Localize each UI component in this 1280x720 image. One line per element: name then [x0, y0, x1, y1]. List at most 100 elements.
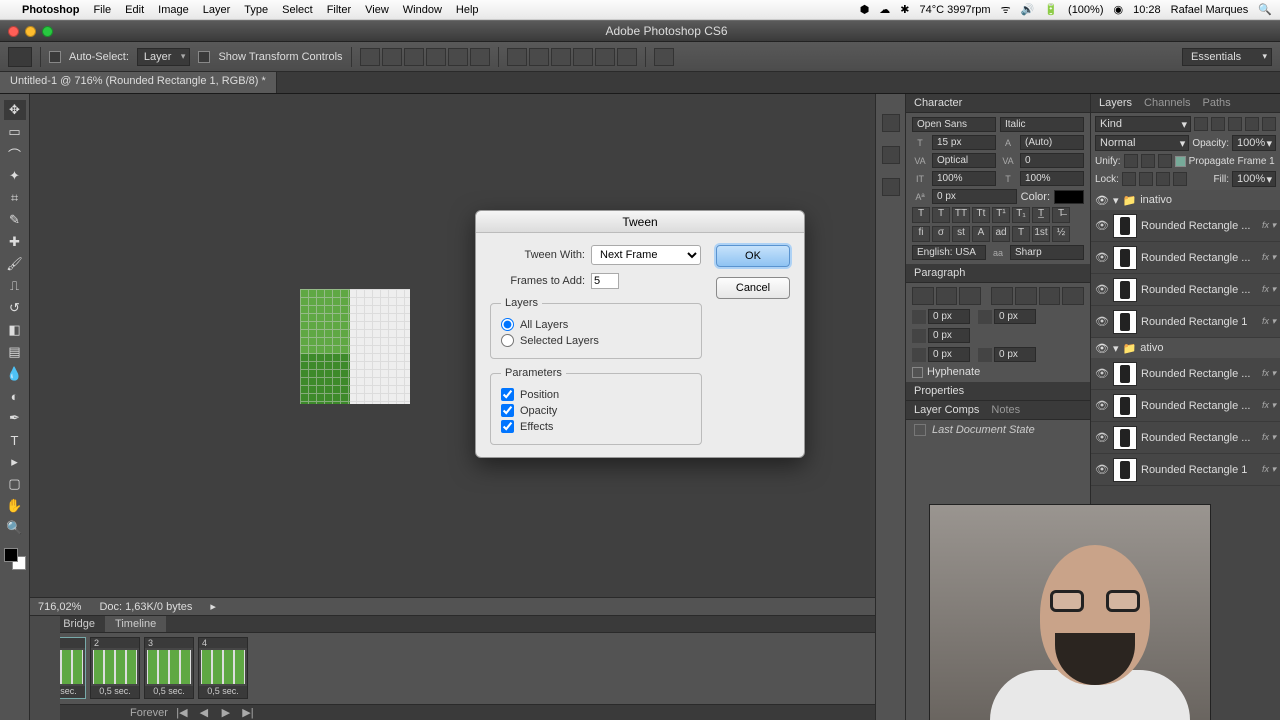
- bold-button[interactable]: T: [912, 207, 930, 223]
- space-after[interactable]: 0 px: [994, 347, 1036, 362]
- menu-help[interactable]: Help: [456, 4, 479, 16]
- actions-panel-icon[interactable]: [882, 146, 900, 164]
- indent-first[interactable]: 0 px: [928, 328, 970, 343]
- align-center-button[interactable]: [936, 287, 958, 305]
- propagate-checkbox[interactable]: [1175, 156, 1186, 167]
- ligature-button[interactable]: fi: [912, 226, 930, 242]
- disclosure-icon[interactable]: ▾: [1113, 194, 1119, 207]
- user-name[interactable]: Rafael Marques: [1171, 4, 1249, 16]
- dist-left-icon[interactable]: [573, 48, 593, 66]
- paths-tab[interactable]: Paths: [1203, 97, 1231, 109]
- prev-frame-icon[interactable]: ◀: [196, 706, 212, 719]
- disclosure-icon[interactable]: ▾: [1113, 342, 1119, 355]
- 3d-mode-icon[interactable]: [654, 48, 674, 66]
- dist-right-icon[interactable]: [617, 48, 637, 66]
- next-frame-icon[interactable]: ▶|: [240, 706, 256, 719]
- superscript-button[interactable]: T¹: [992, 207, 1010, 223]
- cancel-button[interactable]: Cancel: [716, 277, 790, 299]
- smallcaps-button[interactable]: Tt: [972, 207, 990, 223]
- selected-layers-radio[interactable]: [501, 334, 514, 347]
- justify-center-button[interactable]: [1015, 287, 1037, 305]
- heal-tool[interactable]: ✚: [4, 232, 26, 252]
- justify-left-button[interactable]: [991, 287, 1013, 305]
- menu-window[interactable]: Window: [403, 4, 442, 16]
- workspace-select[interactable]: Essentials: [1182, 48, 1272, 66]
- auto-select-checkbox[interactable]: [49, 51, 61, 63]
- text-color-swatch[interactable]: [1054, 190, 1084, 204]
- position-checkbox[interactable]: [501, 388, 514, 401]
- eye-icon[interactable]: 👁: [1095, 283, 1109, 296]
- eraser-tool[interactable]: ◧: [4, 320, 26, 340]
- dist-top-icon[interactable]: [507, 48, 527, 66]
- blend-mode[interactable]: Normal: [1095, 135, 1189, 151]
- marquee-tool[interactable]: ▭: [4, 122, 26, 142]
- font-family[interactable]: Open Sans: [912, 117, 996, 132]
- layer-item[interactable]: 👁Rounded Rectangle ...fx ▾: [1091, 390, 1280, 422]
- layer-item[interactable]: 👁Rounded Rectangle ...fx ▾: [1091, 358, 1280, 390]
- gradient-tool[interactable]: ▤: [4, 342, 26, 362]
- move-tool[interactable]: ✥: [4, 100, 26, 120]
- eye-icon[interactable]: 👁: [1095, 315, 1109, 328]
- layer-item[interactable]: 👁Rounded Rectangle ...fx ▾: [1091, 242, 1280, 274]
- all-layers-radio[interactable]: [501, 318, 514, 331]
- font-size[interactable]: 15 px: [932, 135, 996, 150]
- language-select[interactable]: English: USA: [912, 245, 986, 260]
- eye-icon[interactable]: 👁: [1095, 251, 1109, 264]
- type-tool[interactable]: T: [4, 430, 26, 450]
- lock-pixels-icon[interactable]: [1139, 172, 1153, 186]
- space-before[interactable]: 0 px: [928, 347, 970, 362]
- justify-right-button[interactable]: [1039, 287, 1061, 305]
- pen-tool[interactable]: ✒: [4, 408, 26, 428]
- lock-transparent-icon[interactable]: [1122, 172, 1136, 186]
- fan-icon[interactable]: ✱: [900, 3, 909, 16]
- indent-right[interactable]: 0 px: [994, 309, 1036, 324]
- layercomps-row[interactable]: Last Document State: [906, 420, 1090, 440]
- tool-preset[interactable]: [8, 47, 32, 67]
- hscale[interactable]: 100%: [1020, 171, 1084, 186]
- shape-tool[interactable]: ▢: [4, 474, 26, 494]
- ok-button[interactable]: OK: [716, 245, 790, 267]
- menu-layer[interactable]: Layer: [203, 4, 231, 16]
- crop-tool[interactable]: ⌗: [4, 188, 26, 208]
- cloud-icon[interactable]: ☁: [879, 3, 890, 16]
- loop-select[interactable]: Forever: [130, 707, 168, 719]
- align-bottom-icon[interactable]: [404, 48, 424, 66]
- zoom-level[interactable]: 716,02%: [38, 601, 81, 613]
- unify-position-icon[interactable]: [1124, 154, 1138, 168]
- hand-tool[interactable]: ✋: [4, 496, 26, 516]
- underline-button[interactable]: T̲: [1032, 207, 1050, 223]
- menu-select[interactable]: Select: [282, 4, 313, 16]
- frame-4[interactable]: 4 0,5 sec.: [198, 637, 248, 699]
- first-frame-icon[interactable]: |◀: [174, 706, 190, 719]
- tracking[interactable]: 0: [1020, 153, 1084, 168]
- layercomp-apply-icon[interactable]: [914, 424, 926, 436]
- battery-icon[interactable]: 🔋: [1044, 3, 1058, 16]
- menu-type[interactable]: Type: [244, 4, 268, 16]
- eye-icon[interactable]: 👁: [1095, 219, 1109, 232]
- align-right-button[interactable]: [959, 287, 981, 305]
- dodge-tool[interactable]: ◐: [4, 386, 26, 406]
- menu-filter[interactable]: Filter: [327, 4, 351, 16]
- italic-button[interactable]: T: [932, 207, 950, 223]
- align-vcenter-icon[interactable]: [382, 48, 402, 66]
- spotlight-icon[interactable]: 🔍: [1258, 3, 1272, 16]
- effects-checkbox[interactable]: [501, 420, 514, 433]
- lock-all-icon[interactable]: [1173, 172, 1187, 186]
- brush-tool[interactable]: 🖌: [4, 254, 26, 274]
- layer-item[interactable]: 👁Rounded Rectangle ...fx ▾: [1091, 210, 1280, 242]
- menu-edit[interactable]: Edit: [125, 4, 144, 16]
- document-tab[interactable]: Untitled-1 @ 716% (Rounded Rectangle 1, …: [0, 72, 277, 93]
- align-left-button[interactable]: [912, 287, 934, 305]
- eye-icon[interactable]: 👁: [1095, 194, 1109, 207]
- eye-icon[interactable]: 👁: [1095, 342, 1109, 355]
- show-transform-checkbox[interactable]: [198, 51, 210, 63]
- leading[interactable]: (Auto): [1020, 135, 1084, 150]
- dist-vcenter-icon[interactable]: [529, 48, 549, 66]
- document-canvas[interactable]: [300, 289, 410, 404]
- layer-group[interactable]: 👁▾📁inativo: [1091, 190, 1280, 210]
- align-right-icon[interactable]: [470, 48, 490, 66]
- align-top-icon[interactable]: [360, 48, 380, 66]
- tool-presets-panel-icon[interactable]: [882, 178, 900, 196]
- menu-view[interactable]: View: [365, 4, 389, 16]
- volume-icon[interactable]: 🔊: [1021, 3, 1035, 16]
